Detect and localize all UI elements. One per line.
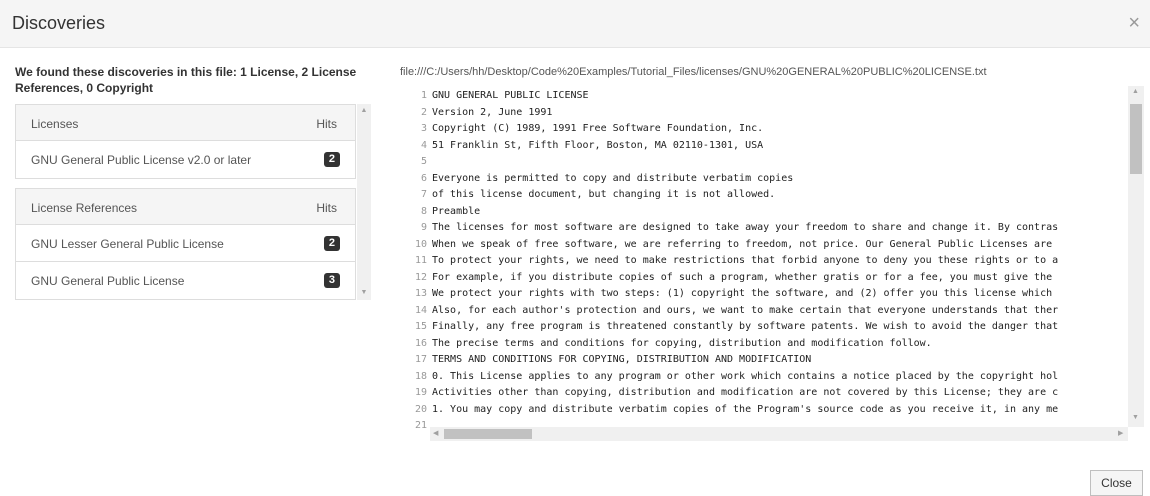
file-content-viewer[interactable]: 1 GNU GENERAL PUBLIC LICENSE 2 Version 2, J… xyxy=(413,88,1128,441)
licenses-table-header: Licenses Hits xyxy=(16,105,355,141)
line-text: Finally, any free program is threatened … xyxy=(432,321,1059,332)
left-panel-scrollbar[interactable]: ▲ ▼ xyxy=(357,104,371,300)
code-line: 13 We protect your rights with two steps:… xyxy=(413,286,1128,303)
line-text: Copyright (C) 1989, 1991 Free Software F… xyxy=(432,123,764,134)
vertical-scroll-thumb[interactable] xyxy=(1130,104,1142,174)
line-text: Also, for each author's protection and o… xyxy=(432,304,1059,316)
line-text: Preamble xyxy=(432,205,481,217)
line-text: 51 Franklin St, Fifth Floor, Boston, MA … xyxy=(432,139,764,151)
license-reference-row[interactable]: GNU General Public License 3 xyxy=(16,262,355,299)
code-line: 15 Finally, any free program is threatene… xyxy=(413,319,1128,336)
line-text: 1. You may copy and distribute verbatim … xyxy=(432,403,1059,415)
code-line: 12 For example, if you distribute copies … xyxy=(413,270,1128,287)
line-number: 2 xyxy=(420,106,427,118)
line-number: 17 xyxy=(414,354,427,365)
line-text: 0. This License applies to any program o… xyxy=(432,370,1059,382)
line-number: 5 xyxy=(420,156,427,167)
line-text: To protect your rights, we need to make … xyxy=(432,255,1059,266)
dialog-title: Discoveries xyxy=(12,13,106,33)
line-text: We protect your rights with two steps: (… xyxy=(432,288,1053,299)
code-line: 7 of this license document, but changing … xyxy=(413,187,1128,204)
horizontal-scroll-thumb[interactable] xyxy=(444,429,532,439)
code-line: 19 Activities other than copying, distrib… xyxy=(413,385,1128,402)
line-text: When we speak of free software, we are r… xyxy=(432,238,1053,250)
close-icon[interactable]: × xyxy=(1128,13,1140,33)
license-reference-name: GNU Lesser General Public License xyxy=(31,237,224,251)
scroll-up-arrow-icon[interactable]: ▲ xyxy=(357,104,371,118)
code-line: 6 Everyone is permitted to copy and distr… xyxy=(413,171,1128,188)
licenses-hits-header: Hits xyxy=(316,117,337,131)
license-references-hits-header: Hits xyxy=(316,201,337,215)
line-text: The licenses for most software are desig… xyxy=(432,222,1059,233)
file-path: file:///C:/Users/hh/Desktop/Code%20Examp… xyxy=(400,66,987,78)
licenses-table: Licenses Hits GNU General Public License… xyxy=(15,104,356,179)
line-number: 12 xyxy=(414,271,427,283)
discoveries-summary: We found these discoveries in this file:… xyxy=(15,65,357,95)
line-text: The precise terms and conditions for cop… xyxy=(432,337,932,349)
code-vertical-scrollbar[interactable]: ▲ ▼ xyxy=(1128,86,1144,427)
scroll-down-arrow-icon[interactable]: ▼ xyxy=(357,286,371,300)
line-number: 11 xyxy=(414,255,427,266)
scroll-up-arrow-icon[interactable]: ▲ xyxy=(1132,88,1139,95)
line-number: 4 xyxy=(420,139,427,151)
line-text: Activities other than copying, distribut… xyxy=(432,387,1059,398)
line-text: Version 2, June 1991 xyxy=(432,106,553,118)
close-button[interactable]: Close xyxy=(1090,470,1143,496)
code-line: 14 Also, for each author's protection and… xyxy=(413,303,1128,320)
scroll-left-arrow-icon[interactable]: ◀ xyxy=(433,429,438,437)
code-line: 18 0. This License applies to any program… xyxy=(413,369,1128,386)
code-line: 16 The precise terms and conditions for c… xyxy=(413,336,1128,353)
line-text: Everyone is permitted to copy and distri… xyxy=(432,172,794,184)
code-line: 5 xyxy=(413,154,1128,171)
line-number: 20 xyxy=(414,403,427,415)
license-references-table-header: License References Hits xyxy=(16,189,355,225)
license-references-header-label: License References xyxy=(31,201,138,215)
scroll-right-arrow-icon[interactable]: ▶ xyxy=(1118,429,1123,437)
line-number: 7 xyxy=(420,189,427,200)
line-text: of this license document, but changing i… xyxy=(432,189,776,200)
line-number: 13 xyxy=(414,288,427,299)
code-line: 11 To protect your rights, we need to mak… xyxy=(413,253,1128,270)
line-number: 10 xyxy=(414,238,427,250)
hits-badge: 2 xyxy=(323,152,340,167)
code-horizontal-scrollbar[interactable]: ◀ ▶ xyxy=(430,427,1128,441)
code-line: 20 1. You may copy and distribute verbati… xyxy=(413,402,1128,419)
license-references-table: License References Hits GNU Lesser Gener… xyxy=(15,188,356,300)
line-number: 21 xyxy=(414,420,427,431)
code-line: 17 TERMS AND CONDITIONS FOR COPYING, DIST… xyxy=(413,352,1128,369)
line-number: 8 xyxy=(420,205,427,217)
line-text: TERMS AND CONDITIONS FOR COPYING, DISTRI… xyxy=(432,354,812,365)
hits-badge: 2 xyxy=(323,236,340,251)
license-reference-name: GNU General Public License xyxy=(31,274,185,288)
line-number: 14 xyxy=(414,304,427,316)
dialog-header: Discoveries × xyxy=(0,0,1150,48)
line-number: 9 xyxy=(420,222,427,233)
code-line: 1 GNU GENERAL PUBLIC LICENSE xyxy=(413,88,1128,105)
license-reference-row[interactable]: GNU Lesser General Public License 2 xyxy=(16,225,355,262)
line-text: GNU GENERAL PUBLIC LICENSE xyxy=(432,90,589,101)
line-number: 16 xyxy=(414,337,427,349)
discoveries-list-panel[interactable]: Licenses Hits GNU General Public License… xyxy=(15,104,371,300)
line-number: 18 xyxy=(414,370,427,382)
line-number: 1 xyxy=(420,90,427,101)
scroll-down-arrow-icon[interactable]: ▼ xyxy=(1132,414,1139,421)
code-line: 4 51 Franklin St, Fifth Floor, Boston, MA… xyxy=(413,138,1128,155)
license-row[interactable]: GNU General Public License v2.0 or later… xyxy=(16,141,355,178)
hits-badge: 3 xyxy=(323,273,340,288)
code-line: 3 Copyright (C) 1989, 1991 Free Software … xyxy=(413,121,1128,138)
line-text: For example, if you distribute copies of… xyxy=(432,271,1053,283)
line-number: 3 xyxy=(420,123,427,134)
licenses-header-label: Licenses xyxy=(31,117,79,131)
code-line: 2 Version 2, June 1991 xyxy=(413,105,1128,122)
code-line: 8 Preamble xyxy=(413,204,1128,221)
license-name: GNU General Public License v2.0 or later xyxy=(31,153,252,167)
code-line: 10 When we speak of free software, we are… xyxy=(413,237,1128,254)
line-number: 19 xyxy=(414,387,427,398)
line-number: 15 xyxy=(414,321,427,332)
code-line: 9 The licenses for most software are desi… xyxy=(413,220,1128,237)
line-number: 6 xyxy=(420,172,427,184)
